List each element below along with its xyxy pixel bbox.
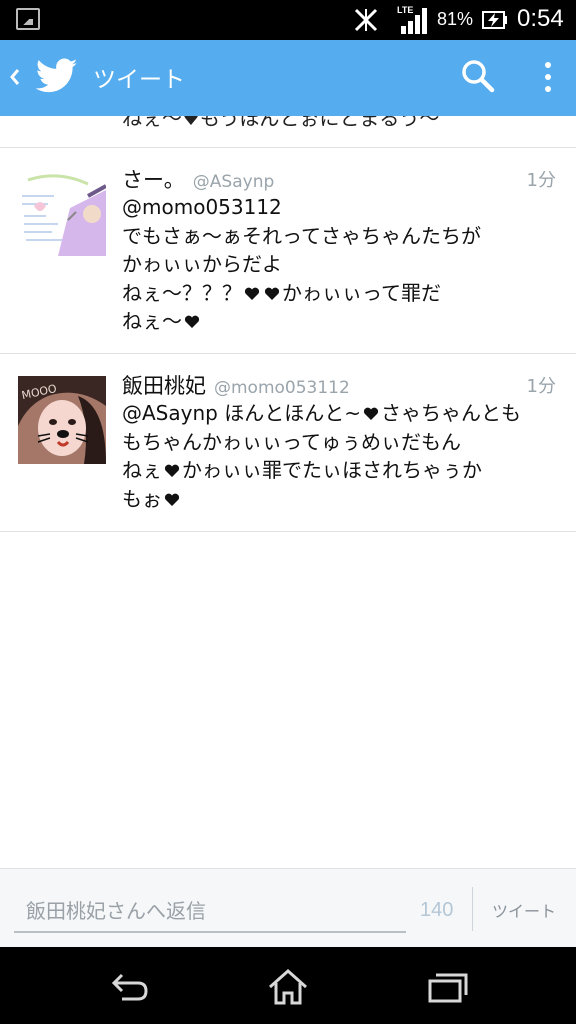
clock: 0:54 xyxy=(517,5,564,32)
navigation-bar xyxy=(0,947,576,1024)
back-nav-icon[interactable] xyxy=(106,965,154,1009)
tweet-line: @ASaynp ほんとほんと~ さゃちゃんとも xyxy=(122,399,552,428)
tweet-author[interactable]: さー。 @ASaynp xyxy=(122,164,274,194)
tweet-text-segment: ねぇ xyxy=(122,458,162,482)
tweet-item[interactable]: MOOO 飯田桃妃 @momo053112 1分 @ASaynp ほんとほんと~ さ… xyxy=(0,354,576,532)
tweet-line: もぉ xyxy=(122,485,552,514)
author-handle: @momo053112 xyxy=(214,378,350,398)
tweet-text-segment: かゎぃぃって罪だ xyxy=(282,280,441,305)
char-count: 140 xyxy=(420,899,454,921)
tweet-line: でもさぁ〜ぁそれってさゃちゃんたちが xyxy=(122,222,552,251)
tweet-line: かゎぃぃからだよ xyxy=(122,250,552,279)
tweet-line: ねぇ〜？？？ かゎぃぃって罪だ xyxy=(122,279,552,308)
partial-tweet[interactable]: ねぇ〜♥もうほんとぉにとまるう〜 xyxy=(0,116,576,148)
author-name: 飯田桃妃 xyxy=(122,374,206,398)
tweet-time: 1分 xyxy=(526,170,556,191)
signal-icon xyxy=(401,8,427,34)
tweet-text-segment: でもさぁ〜ぁそれってさゃちゃんたちが xyxy=(122,223,481,248)
tweet-text: @ASaynp ほんとほんと~ さゃちゃんとももちゃんかゎぃぃってゅぅめぃだもんね… xyxy=(122,399,552,513)
avatar[interactable]: MOOO xyxy=(18,376,106,464)
status-bar: LTE 81% 0:54 xyxy=(0,0,576,40)
tweet-text-segment: さゃちゃんとも xyxy=(380,401,521,425)
tweet-text-segment: かゎぃぃからだよ xyxy=(122,252,282,276)
heart-icon xyxy=(264,280,280,300)
heart-icon xyxy=(244,280,260,300)
tweet-text-segment: @momo053112 xyxy=(122,195,282,219)
action-bar: ツイート xyxy=(0,40,576,116)
battery-percent: 81% xyxy=(437,9,474,29)
tweet-button[interactable]: ツイート xyxy=(484,895,564,925)
tweet-line: ねぇ かゎぃぃ罪でたぃほされちゃぅか xyxy=(122,456,552,485)
author-name: さー。 xyxy=(122,168,185,192)
home-icon[interactable] xyxy=(264,965,312,1009)
back-icon[interactable] xyxy=(8,64,22,90)
tweet-text-segment: ねぇ〜？？？ xyxy=(122,280,242,305)
twitter-bird-icon[interactable] xyxy=(36,56,78,96)
avatar[interactable] xyxy=(18,168,106,256)
gallery-icon xyxy=(16,8,40,30)
reply-bar: 140 ツイート xyxy=(0,868,576,947)
tweet-line: ねぇ〜 xyxy=(122,307,552,336)
tweet-text-segment: もぉ xyxy=(122,486,162,511)
mute-icon xyxy=(354,8,378,32)
tweet-line: @momo053112 xyxy=(122,193,552,222)
tweet-text-segment: もちゃんかゎぃぃってゅぅめぃだもん xyxy=(122,429,461,454)
reply-input[interactable] xyxy=(14,891,406,933)
heart-icon xyxy=(363,400,379,420)
overflow-menu-icon[interactable] xyxy=(538,58,558,98)
tweet-time: 1分 xyxy=(526,376,556,397)
divider xyxy=(472,887,473,931)
tweet-text-segment: かゎぃぃ罪でたぃほされちゃぅか xyxy=(182,458,482,482)
tweet-text-segment: @ASaynp ほんとほんと~ xyxy=(122,401,361,425)
tweet-author[interactable]: 飯田桃妃 @momo053112 xyxy=(122,370,350,400)
heart-icon xyxy=(164,486,180,506)
tweet-line: もちゃんかゎぃぃってゅぅめぃだもん xyxy=(122,428,552,457)
tweet-text-segment: ねぇ〜 xyxy=(122,309,182,333)
tweet-item[interactable]: さー。 @ASaynp 1分 @momo053112 でもさぁ〜ぁそれってさゃちゃん… xyxy=(0,148,576,354)
heart-icon xyxy=(184,308,200,328)
partial-tweet-text: ねぇ〜♥もうほんとぉにとまるう〜 xyxy=(122,116,440,130)
search-icon[interactable] xyxy=(460,58,496,94)
heart-icon xyxy=(164,457,180,477)
author-handle: @ASaynp xyxy=(192,172,275,192)
tweet-text: @momo053112 でもさぁ〜ぁそれってさゃちゃんたちが かゎぃぃからだよ ねぇ〜… xyxy=(122,193,552,336)
battery-charging-icon xyxy=(482,11,507,29)
page-title: ツイート xyxy=(93,67,185,93)
recent-apps-icon[interactable] xyxy=(424,965,472,1009)
